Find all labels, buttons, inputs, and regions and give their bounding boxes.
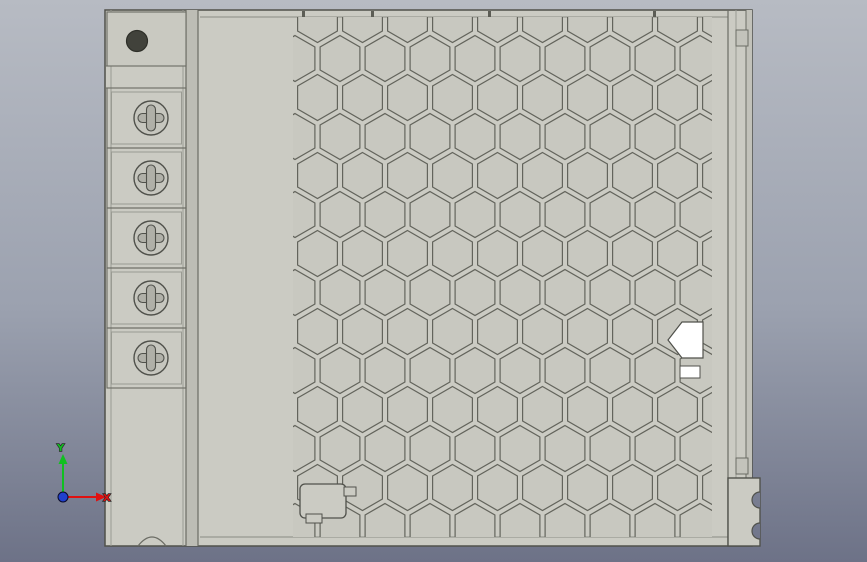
- top-edge-notch: [302, 11, 305, 17]
- screw-terminal: [133, 160, 169, 196]
- x-axis-label: X: [103, 493, 111, 504]
- enclosure-part[interactable]: [104, 9, 768, 547]
- top-edge-notch: [371, 11, 374, 17]
- cad-viewport[interactable]: X Y: [0, 0, 867, 562]
- tab-notch: [305, 513, 323, 524]
- hex-vent-panel: [293, 17, 712, 537]
- mounting-hole: [125, 29, 149, 53]
- flange-notch: [735, 457, 749, 475]
- tab-body: [299, 483, 347, 519]
- tab-notch: [343, 486, 357, 497]
- top-edge-notch: [488, 11, 491, 17]
- top-left-panel: [106, 11, 187, 67]
- y-axis-label: Y: [56, 443, 65, 454]
- highlight-slot: [679, 365, 701, 379]
- screw-terminal: [133, 100, 169, 136]
- screw-terminal: [133, 340, 169, 376]
- screw-terminal: [133, 280, 169, 316]
- fold-band-left: [186, 10, 198, 546]
- flange-notch: [735, 29, 749, 47]
- z-axis-dot: [57, 491, 69, 503]
- screw-terminal: [133, 220, 169, 256]
- top-edge-notch: [653, 11, 656, 17]
